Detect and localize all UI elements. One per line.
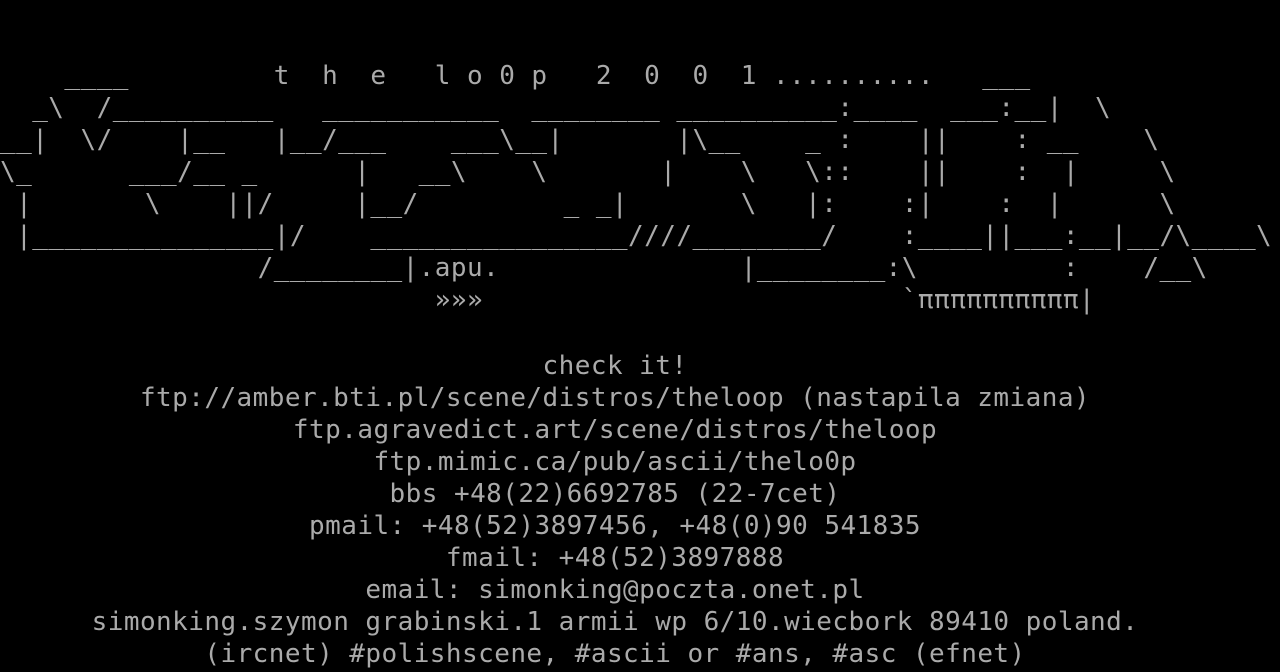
email-line: email: simonking@poczta.onet.pl (365, 575, 865, 605)
bbs-line: bbs +48(22)6692785 (22-7cet) (389, 479, 841, 509)
ascii-art-logo: ____ t h e l o 0 p 2 0 0 1 .......... __… (0, 61, 1273, 315)
pmail-line: pmail: +48(52)3897456, +48(0)90 541835 (309, 511, 921, 541)
check-it-line: check it! (542, 351, 688, 381)
ftp-agravedict-line: ftp.agravedict.art/scene/distros/theloop (292, 415, 938, 445)
ftp-mimic-line: ftp.mimic.ca/pub/ascii/thelo0p (373, 447, 857, 477)
info-block: check it! ftp://amber.bti.pl/scene/distr… (0, 350, 1230, 670)
terminal-screen: ____ t h e l o 0 p 2 0 0 1 .......... __… (0, 0, 1280, 672)
irc-channels-line: (ircnet) #polishscene, #ascii or #ans, #… (204, 639, 1026, 669)
postal-address-line: simonking.szymon grabinski.1 armii wp 6/… (91, 607, 1139, 637)
fmail-line: fmail: +48(52)3897888 (445, 543, 785, 573)
ftp-amber-line: ftp://amber.bti.pl/scene/distros/theloop… (139, 383, 1091, 413)
